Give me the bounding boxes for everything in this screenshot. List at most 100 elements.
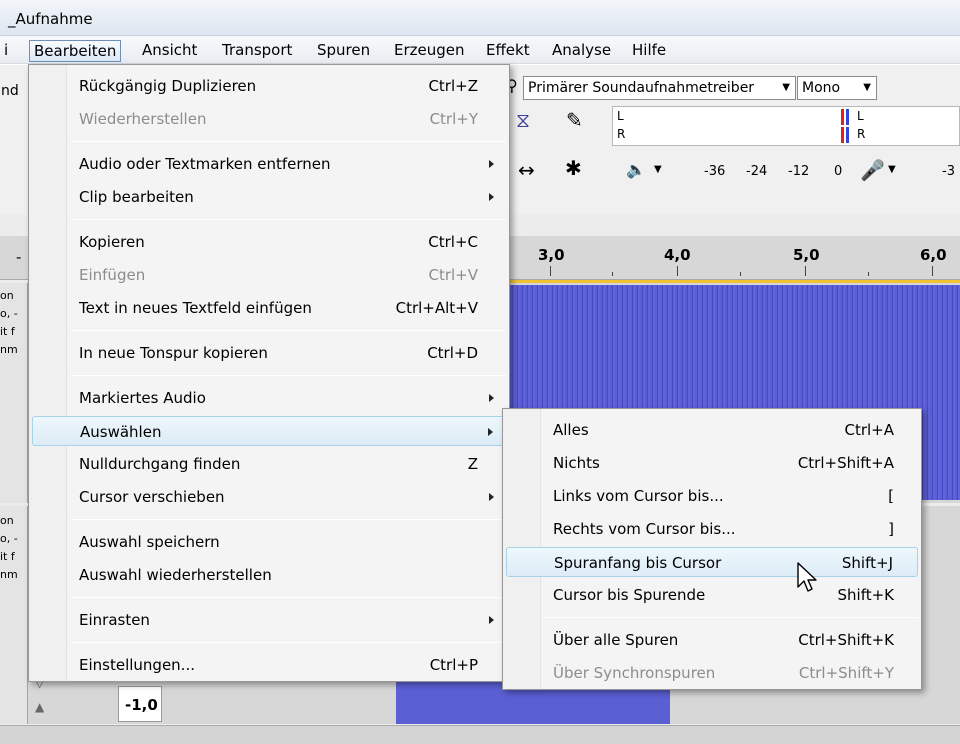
menu-item-audio-oder-textmarken-entfernen[interactable]: Audio oder Textmarken entfernen (32, 149, 506, 179)
menu-item-alles[interactable]: Alles Ctrl+A (506, 415, 918, 445)
menu-spuren[interactable]: Spuren (313, 40, 374, 62)
menu-ansicht[interactable]: Ansicht (138, 40, 201, 62)
menu-item-auswahl-wiederherstellen[interactable]: Auswahl wiederherstellen (32, 560, 506, 590)
speaker-icon[interactable]: 🔈 (626, 160, 646, 179)
menu-item-auswahl-speichern[interactable]: Auswahl speichern (32, 527, 506, 557)
menu-item-shortcut: [ (888, 487, 894, 505)
pointer-cursor-icon (797, 562, 817, 592)
vertical-zoom-value: -1,0 (118, 686, 162, 722)
pencil-icon[interactable]: ✎ (566, 108, 583, 132)
menu-item-label: Über Synchronspuren (553, 664, 716, 682)
menu-item-shortcut: Ctrl+P (429, 656, 478, 674)
timeshift-icon[interactable]: ↔ (518, 158, 535, 182)
menu-item-shortcut: Ctrl+Shift+Y (798, 664, 894, 682)
submenu-arrow-icon (488, 428, 493, 436)
menu-item-kopieren[interactable]: Kopieren Ctrl+C (32, 227, 506, 257)
menu-item-in-neue-tonspur-kopieren[interactable]: In neue Tonspur kopieren Ctrl+D (32, 338, 506, 368)
menu-item-einstellungen[interactable]: Einstellungen... Ctrl+P (32, 650, 506, 680)
menu-item-shortcut: Ctrl+A (844, 421, 894, 439)
menu-item-label: Spuranfang bis Cursor (554, 554, 722, 572)
menu-item-nulldurchgang-finden[interactable]: Nulldurchgang finden Z (32, 449, 506, 479)
chevron-down-icon: ▼ (863, 82, 871, 93)
menu-item-label: Rückgängig Duplizieren (79, 77, 257, 95)
track-2-control-panel[interactable]: on o, - it f nm (0, 506, 28, 724)
microphone-icon[interactable]: 🎤 (860, 158, 885, 182)
chevron-down-icon[interactable]: ▼ (888, 164, 896, 175)
select-submenu: Alles Ctrl+A Nichts Ctrl+Shift+A Links vom C… (502, 408, 922, 690)
menu-item-label: Einfügen (79, 266, 146, 284)
menu-item-auswaehlen[interactable]: Auswählen (32, 416, 506, 446)
menu-item-shortcut: Shift+J (841, 554, 893, 572)
track-label-fragment: on (0, 289, 14, 302)
track-label-fragment: nm (0, 343, 18, 356)
menu-separator (71, 375, 506, 376)
ruler-tick-label: 5,0 (793, 246, 820, 264)
menu-item-shortcut: Ctrl+Shift+K (798, 631, 894, 649)
meter-right-label: R (617, 127, 626, 141)
menu-hilfe[interactable]: Hilfe (628, 40, 670, 62)
track-label-fragment: o, - (0, 532, 18, 545)
menu-item-shortcut: Ctrl+Y (429, 110, 478, 128)
multi-tool-icon[interactable]: ✱ (565, 156, 582, 180)
menu-item-shortcut: Ctrl+V (428, 266, 478, 284)
menu-item-shortcut: Ctrl+C (428, 233, 478, 251)
menu-item-shortcut: ] (888, 520, 894, 538)
menu-item-spuranfang-bis-cursor[interactable]: Spuranfang bis Cursor Shift+J (506, 547, 918, 577)
menu-transport[interactable]: Transport (218, 40, 296, 62)
meter-level-left (846, 109, 849, 125)
menu-item-ueber-alle-spuren[interactable]: Über alle Spuren Ctrl+Shift+K (506, 625, 918, 655)
menu-item-clip-bearbeiten[interactable]: Clip bearbeiten (32, 182, 506, 212)
menu-bearbeiten[interactable]: Bearbeiten (29, 40, 122, 62)
menu-item-rueckgaengig-duplizieren[interactable]: Rückgängig Duplizieren Ctrl+Z (32, 71, 506, 101)
menu-item-label: Nulldurchgang finden (79, 455, 241, 473)
ruler-tick-label: 6,0 (920, 246, 947, 264)
ruler-tick (805, 266, 806, 276)
ruler-tick (550, 266, 551, 276)
track-1-control-panel[interactable]: on o, - it f nm (0, 283, 28, 503)
menu-item-einrasten[interactable]: Einrasten (32, 605, 506, 635)
scale-mark: 0 (834, 164, 843, 179)
chevron-down-icon[interactable]: ▼ (654, 164, 662, 175)
menu-item-rechts-vom-cursor-bis[interactable]: Rechts vom Cursor bis...] (506, 514, 918, 544)
menu-item-text-in-neues-textfeld-einfuegen[interactable]: Text in neues Textfeld einfügen Ctrl+Alt+… (32, 293, 506, 323)
meter-peak-right (841, 127, 844, 143)
meter-peak-left (841, 109, 844, 125)
menu-analyse[interactable]: Analyse (548, 40, 615, 62)
chevron-down-icon: ▼ (782, 82, 790, 93)
menu-item-wiederherstellen: Wiederherstellen Ctrl+Y (32, 104, 506, 134)
menu-item-label: Nichts (553, 454, 600, 472)
menu-erzeugen[interactable]: Erzeugen (390, 40, 469, 62)
menu-item-label: Audio oder Textmarken entfernen (79, 155, 331, 173)
menu-item-label: Markiertes Audio (79, 389, 206, 407)
track-label-fragment: nm (0, 568, 18, 581)
menu-effekt[interactable]: Effekt (482, 40, 534, 62)
menu-item-cursor-bis-spurende[interactable]: Cursor bis Spurende Shift+K (506, 580, 918, 610)
menu-item-label: Wiederherstellen (79, 110, 207, 128)
menu-item-label: Einrasten (79, 611, 150, 629)
menu-item-shortcut: Shift+K (837, 586, 895, 604)
submenu-arrow-icon (489, 616, 494, 624)
meter-level-right (846, 127, 849, 143)
menu-item-links-vom-cursor-bis[interactable]: Links vom Cursor bis... [ (506, 481, 918, 511)
envelope-tool-icon[interactable]: ⧖ (516, 108, 530, 132)
menu-separator (71, 141, 506, 142)
menu-item-label: Text in neues Textfeld einfügen (79, 299, 312, 317)
menu-item-shortcut: Ctrl+Z (428, 77, 478, 95)
menu-item-cursor-verschieben[interactable]: Cursor verschieben (32, 482, 506, 512)
channels-value: Mono (802, 80, 841, 96)
track-label-fragment: o, - (0, 307, 18, 320)
channels-select[interactable]: Mono ▼ (797, 76, 877, 100)
menu-item-label: Clip bearbeiten (79, 188, 194, 206)
menu-separator (71, 219, 506, 220)
menu-file-fragment[interactable]: i (0, 40, 12, 62)
ruler-tick (932, 266, 933, 276)
recording-device-select[interactable]: Primärer Soundaufnahmetreiber ▼ (523, 76, 796, 100)
menu-item-markiertes-audio[interactable]: Markiertes Audio (32, 383, 506, 413)
window-titlebar: _Aufnahme (0, 0, 960, 36)
menu-item-nichts[interactable]: Nichts Ctrl+Shift+A (506, 448, 918, 478)
recording-meter[interactable]: L R L R (612, 106, 960, 146)
ruler-tick (740, 272, 741, 276)
menu-separator (545, 617, 918, 618)
expand-up-icon[interactable]: ▲ (35, 700, 44, 714)
ruler-tick (612, 272, 613, 276)
